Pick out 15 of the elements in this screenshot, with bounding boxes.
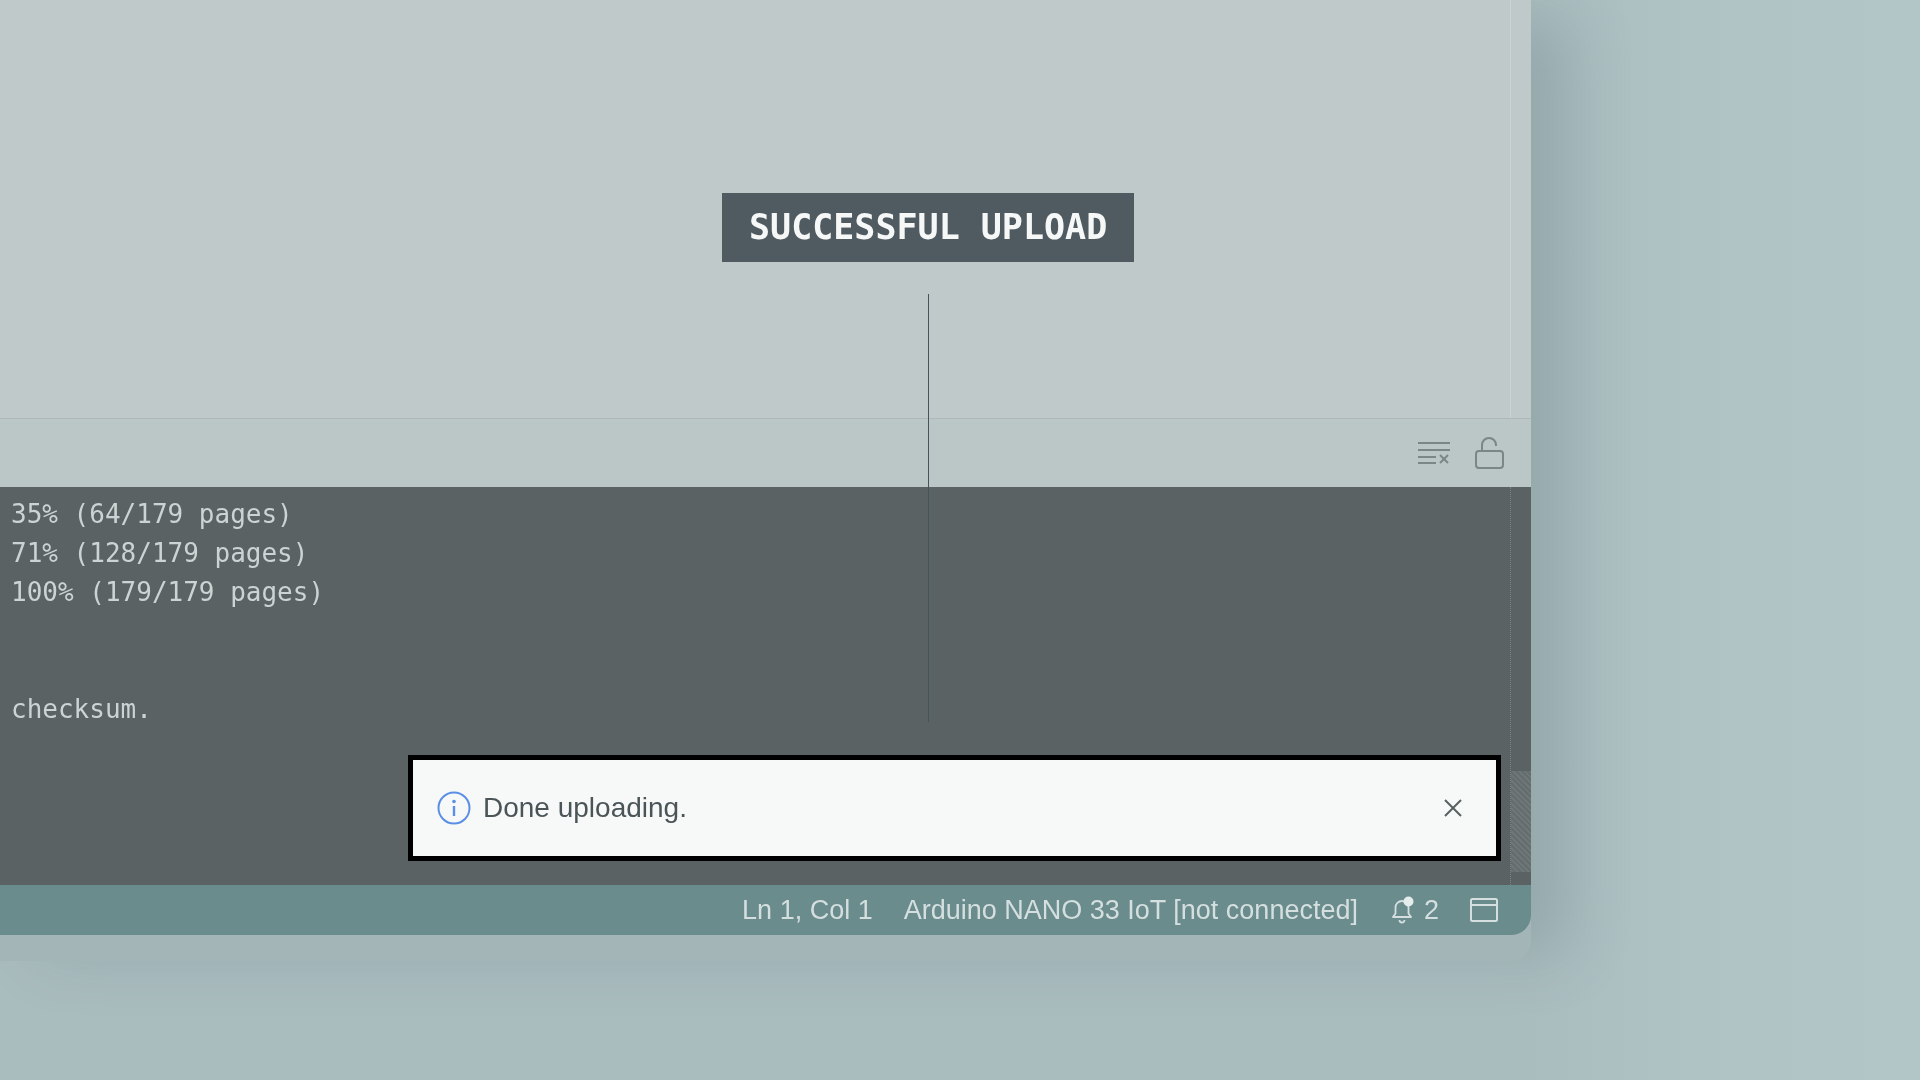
- unlocked-lock-icon[interactable]: [1475, 437, 1504, 469]
- notification-message: Done uploading.: [483, 792, 688, 824]
- callout-label: SUCCESSFUL UPLOAD: [722, 193, 1135, 262]
- console-line: checksum.: [11, 693, 152, 726]
- scrollbar-thumb[interactable]: [1511, 771, 1531, 872]
- info-icon: [437, 791, 471, 825]
- close-icon[interactable]: [1444, 799, 1462, 817]
- console-line: 71% (128/179 pages): [11, 537, 309, 570]
- window-icon[interactable]: [1470, 898, 1498, 922]
- notification-count[interactable]: 2: [1423, 894, 1439, 926]
- console-line: 35% (64/179 pages): [11, 498, 293, 531]
- console-line: 100% (179/179 pages): [11, 576, 325, 609]
- board-status[interactable]: Arduino NANO 33 IoT [not connected]: [903, 894, 1358, 926]
- cursor-position[interactable]: Ln 1, Col 1: [742, 894, 873, 926]
- clear-list-icon[interactable]: [1418, 442, 1450, 464]
